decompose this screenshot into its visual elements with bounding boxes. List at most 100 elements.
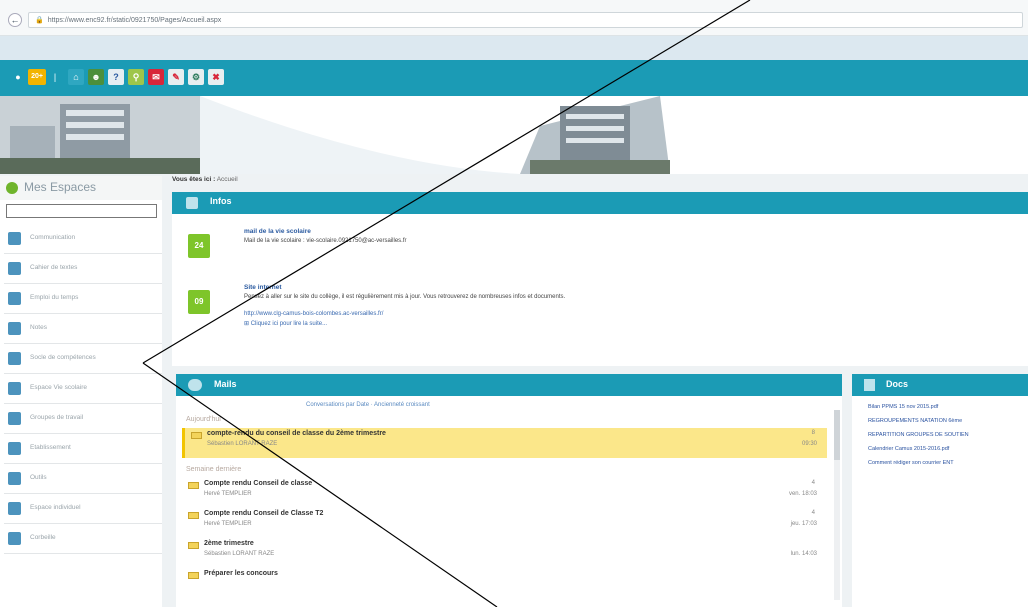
mail-group-label: Semaine dernière [186, 466, 242, 473]
sidebar-search-input[interactable] [6, 204, 157, 218]
group-icon [8, 412, 21, 425]
read-more-link[interactable]: ⊞ Cliquez ici pour lire la suite... [244, 320, 327, 327]
sidebar-item-communication[interactable]: Communication [4, 224, 162, 254]
sidebar-item-groupes[interactable]: Groupes de travail [4, 404, 162, 434]
mail-row[interactable]: Compte rendu Conseil de classe Hervé TEM… [182, 478, 827, 504]
trash-icon [8, 532, 21, 545]
envelope-icon [188, 512, 199, 519]
sidebar-item-etablissement[interactable]: Etablissement [4, 434, 162, 464]
home-icon [8, 442, 21, 455]
pdf-icon[interactable]: ✎ [168, 69, 184, 85]
home-icon[interactable]: ⌂ [68, 69, 84, 85]
back-arrow-icon[interactable]: ← [8, 13, 22, 27]
sidebar-item-label: Outils [30, 474, 47, 481]
mail-row[interactable]: 2ème trimestre Sébastien LORANT RAZE lun… [182, 538, 827, 564]
doc-item[interactable]: Calendrier Camus 2015-2016.pdf [868, 446, 1028, 452]
mail-count: 8 [811, 430, 815, 436]
doc-item[interactable]: REGROUPEMENTS NATATION 6ème [868, 418, 1028, 424]
sidebar-item-label: Socle de compétences [30, 354, 96, 361]
sidebar-header: Mes Espaces [0, 176, 162, 200]
sidebar-item-label: Etablissement [30, 444, 71, 451]
mail-row-selected[interactable]: compte-rendu du conseil de classe du 2èm… [182, 428, 827, 458]
sidebar-item-outils[interactable]: Outils [4, 464, 162, 494]
screenshot-page: { "browser": {"url": "https://www.enc92.… [0, 0, 1028, 607]
document-icon [864, 379, 875, 391]
people-icon [188, 379, 202, 391]
info-item-text: Pensez à aller sur le site du collège, i… [244, 294, 566, 300]
breadcrumb-current[interactable]: Accueil [217, 176, 238, 183]
mail-subject: Compte rendu Conseil de Classe T2 [204, 510, 324, 517]
sidebar-item-label: Cahier de textes [30, 264, 78, 271]
expand-icon: ⊞ [244, 321, 251, 327]
mail-row[interactable]: Préparer les concours [182, 568, 827, 594]
docs-header: Docs [852, 374, 1028, 396]
contacts-icon[interactable]: ☻ [88, 69, 104, 85]
mail-count: 4 [811, 480, 815, 486]
logout-close-icon[interactable]: ✖ [208, 69, 224, 85]
doc-label: Calendrier Camus 2015-2016.pdf [868, 446, 950, 452]
mails-scrollbar[interactable] [834, 410, 840, 600]
scrollbar-thumb[interactable] [834, 410, 840, 460]
doc-item[interactable]: REPARTITION GROUPES DE SOUTIEN [868, 432, 1028, 438]
mail-date: 09:30 [801, 441, 817, 447]
doc-item[interactable]: Bilan PPMS 15 nov 2015.pdf [868, 404, 1028, 410]
infos-header: Infos [172, 192, 1028, 214]
mail-sort-options[interactable]: Conversations par Date · Ancienneté croi… [306, 402, 430, 408]
breadcrumb: Vous êtes ici : Accueil [172, 176, 238, 183]
read-more-label: Cliquez ici pour lire la suite... [250, 321, 328, 327]
sidebar-item-socle[interactable]: Socle de compétences [4, 344, 162, 374]
envelope-icon [191, 432, 202, 439]
docs-panel: Bilan PPMS 15 nov 2015.pdf REGROUPEMENTS… [852, 396, 1028, 607]
address-bar[interactable]: 🔒 https://www.enc92.fr/static/0921750/Pag… [28, 12, 1023, 28]
user-icon[interactable]: ● [10, 69, 26, 85]
search-icon[interactable]: ⚲ [128, 69, 144, 85]
url-text: https://www.enc92.fr/static/0921750/Page… [47, 17, 222, 24]
sidebar-title: Mes Espaces [24, 180, 97, 194]
sidebar-item-espace-individuel[interactable]: Espace individuel [4, 494, 162, 524]
skills-icon [8, 352, 21, 365]
envelope-icon [188, 482, 199, 489]
info-item-title[interactable]: Site internet [244, 284, 282, 291]
sidebar-item-corbeille[interactable]: Corbeille [4, 524, 162, 554]
mail-sender: Sébastien LORANT RAZE [207, 441, 278, 447]
sidebar-item-label: Espace individuel [30, 504, 81, 511]
calendar-day-badge: 24 [188, 234, 210, 258]
spaces-icon [6, 182, 18, 194]
news-icon [186, 197, 198, 209]
doc-item[interactable]: Comment rédiger son courrier ENT [868, 460, 1028, 466]
toolbar: ● 20+ | ⌂ ☻ ? ⚲ ✉ ✎ ⚙ ✖ [0, 60, 1028, 96]
notification-counter-badge[interactable]: 20+ [28, 69, 46, 85]
mails-header: Mails [176, 374, 842, 396]
info-item-link[interactable]: http://www.clg-camus-bois-colombes.ac-ve… [244, 311, 383, 317]
doc-label: Bilan PPMS 15 nov 2015.pdf [868, 404, 939, 410]
separator: | [53, 72, 57, 82]
breadcrumb-prefix: Vous êtes ici : [172, 176, 216, 183]
mail-icon[interactable]: ✉ [148, 69, 164, 85]
book-icon [8, 262, 21, 275]
sidebar-item-emploi-du-temps[interactable]: Emploi du temps [4, 284, 162, 314]
mail-sender: Hervé TEMPLIER [204, 491, 252, 497]
mail-count: 4 [811, 510, 815, 516]
grades-icon [8, 322, 21, 335]
top-strip [0, 36, 1028, 60]
settings-icon[interactable]: ⚙ [188, 69, 204, 85]
calendar-icon [8, 292, 21, 305]
mail-sender: Hervé TEMPLIER [204, 521, 252, 527]
sidebar-item-label: Groupes de travail [30, 414, 84, 421]
sidebar-item-label: Espace Vie scolaire [30, 384, 87, 391]
info-item-title[interactable]: mail de la vie scolaire [244, 228, 311, 235]
sidebar-item-notes[interactable]: Notes [4, 314, 162, 344]
mail-row[interactable]: Compte rendu Conseil de Classe T2 Hervé … [182, 508, 827, 534]
mail-sender: Sébastien LORANT RAZE [204, 551, 275, 557]
mail-date: jeu. 17:03 [790, 521, 817, 527]
infos-title: Infos [210, 196, 232, 206]
header-banner [0, 96, 1028, 174]
sidebar-item-label: Emploi du temps [30, 294, 79, 301]
mail-subject: compte-rendu du conseil de classe du 2èm… [207, 430, 386, 437]
help-icon[interactable]: ? [108, 69, 124, 85]
mail-date: ven. 18:03 [788, 491, 817, 497]
calendar-day-badge: 09 [188, 290, 210, 314]
school-building-banner-image [0, 96, 670, 174]
sidebar-item-cahier-de-textes[interactable]: Cahier de textes [4, 254, 162, 284]
sidebar-item-vie-scolaire[interactable]: Espace Vie scolaire [4, 374, 162, 404]
